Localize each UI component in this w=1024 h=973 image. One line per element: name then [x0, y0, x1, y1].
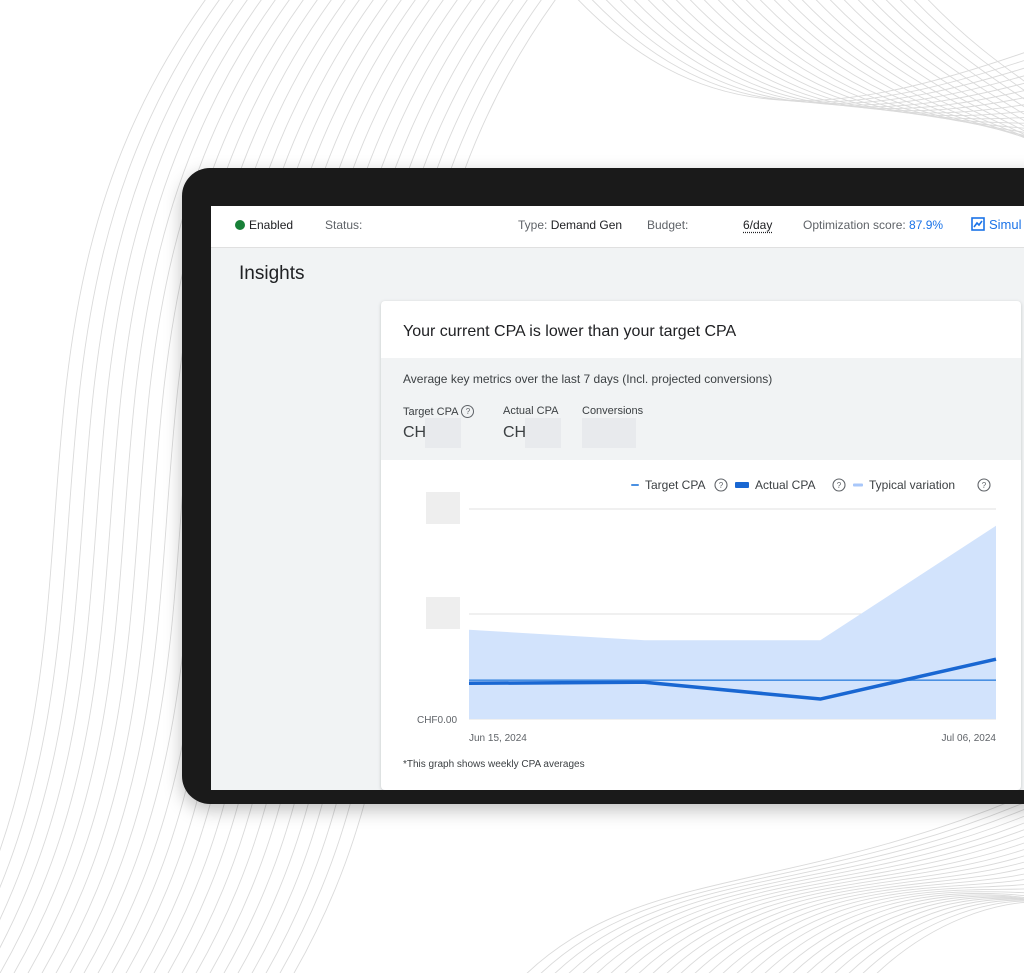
legend-swatch — [853, 483, 863, 487]
legend-swatch — [631, 484, 639, 486]
background-wave-line — [745, 0, 1024, 133]
legend-label: Actual CPA — [755, 478, 815, 492]
chart-trend-icon — [971, 217, 985, 231]
cpa-chart: CHFCHFCHF0.00Jun 15, 2024Jul 06, 2024Tar… — [417, 478, 997, 744]
legend-swatch — [735, 482, 749, 488]
background-wave-line — [759, 0, 1024, 136]
status-dot-icon — [235, 220, 245, 230]
campaign-type: Type: Demand Gen — [518, 218, 623, 232]
app-screen: Enabled Status: Type: Demand Gen Budget:… — [211, 206, 1024, 790]
help-icon-glyph: ? — [982, 481, 987, 490]
help-icon-glyph: ? — [719, 481, 724, 490]
y-tick-label: CHF0.00 — [417, 715, 457, 726]
chart-footnote: *This graph shows weekly CPA averages — [403, 759, 585, 770]
status-enabled[interactable]: Enabled — [235, 218, 293, 232]
background-wave-line — [736, 888, 1024, 973]
background-wave-line — [577, 0, 1024, 101]
redacted-tick-value — [426, 492, 460, 524]
background-wave-line — [661, 0, 1024, 112]
page-title: Insights — [239, 263, 305, 284]
redacted-tick-value — [426, 597, 460, 629]
background-wave-line — [638, 849, 1024, 973]
budget-value[interactable]: 6/day — [743, 218, 772, 232]
legend-label: Target CPA — [645, 478, 705, 492]
background-wave-line — [717, 0, 1024, 124]
background-wave-line — [568, 815, 1024, 973]
budget-label: Budget: — [647, 218, 689, 232]
background-wave-line — [647, 0, 1024, 110]
help-icon-glyph: ? — [837, 481, 842, 490]
simulate-button[interactable]: Simul — [971, 217, 1022, 232]
campaign-status-bar: Enabled Status: Type: Demand Gen Budget:… — [211, 206, 1024, 248]
background-wave-line — [680, 867, 1024, 973]
status-label: Status: — [325, 218, 363, 232]
x-tick-label: Jul 06, 2024 — [942, 733, 997, 744]
cpa-insight-card: Your current CPA is lower than your targ… — [381, 301, 1021, 790]
background-wave-line — [787, 0, 1024, 139]
background-wave-line — [801, 0, 1024, 138]
optimization-score[interactable]: Optimization score: 87.9% — [803, 218, 943, 232]
background-wave-line — [773, 0, 1024, 138]
x-tick-label: Jun 15, 2024 — [469, 733, 527, 744]
background-wave-line — [619, 0, 1024, 106]
legend-label: Typical variation — [869, 478, 955, 492]
background-wave-line — [708, 879, 1024, 973]
